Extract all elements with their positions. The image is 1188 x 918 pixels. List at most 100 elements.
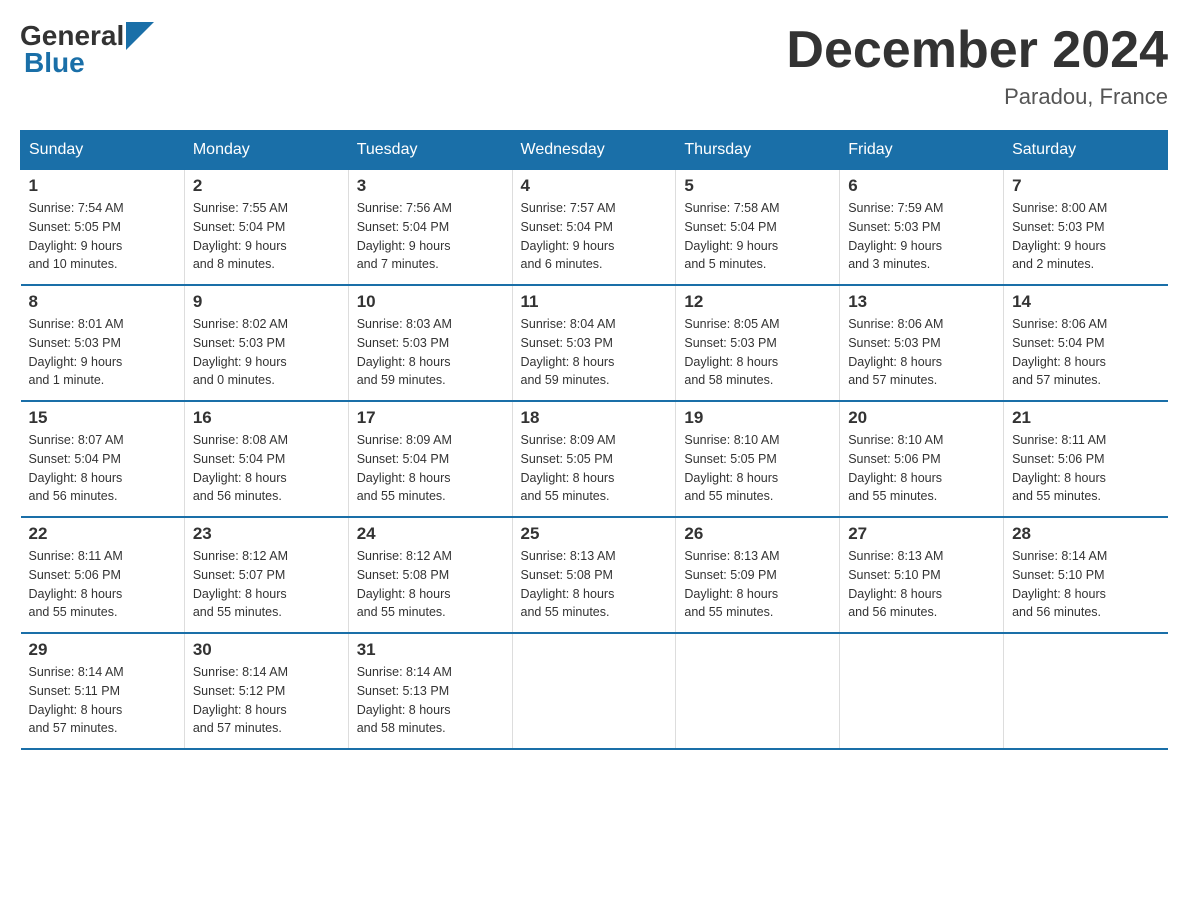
day-info: Sunrise: 8:12 AMSunset: 5:08 PMDaylight:… <box>357 547 504 622</box>
day-number: 9 <box>193 292 340 312</box>
day-info: Sunrise: 8:13 AMSunset: 5:09 PMDaylight:… <box>684 547 831 622</box>
week-row-1: 1Sunrise: 7:54 AMSunset: 5:05 PMDaylight… <box>21 170 1168 286</box>
calendar-cell: 11Sunrise: 8:04 AMSunset: 5:03 PMDayligh… <box>512 285 676 401</box>
calendar-cell: 14 Sunrise: 8:06 AMSunset: 5:04 PMDayligh… <box>1004 285 1168 401</box>
logo-arrow-icon <box>126 22 154 50</box>
day-info: Sunrise: 8:10 AMSunset: 5:06 PMDaylight:… <box>848 431 995 506</box>
day-number: 19 <box>684 408 831 428</box>
day-number: 18 <box>521 408 668 428</box>
day-info: Sunrise: 8:11 AMSunset: 5:06 PMDaylight:… <box>1012 431 1159 506</box>
logo-blue: Blue <box>20 47 154 79</box>
calendar-table: SundayMondayTuesdayWednesdayThursdayFrid… <box>20 130 1168 750</box>
day-number: 27 <box>848 524 995 544</box>
calendar-cell: 4 Sunrise: 7:57 AMSunset: 5:04 PMDaylight… <box>512 170 676 286</box>
week-row-4: 22Sunrise: 8:11 AMSunset: 5:06 PMDayligh… <box>21 517 1168 633</box>
calendar-cell: 29 Sunrise: 8:14 AMSunset: 5:11 PMDayligh… <box>21 633 185 749</box>
day-info: Sunrise: 8:06 AMSunset: 5:04 PMDaylight:… <box>1012 315 1159 390</box>
calendar-cell: 20 Sunrise: 8:10 AMSunset: 5:06 PMDayligh… <box>840 401 1004 517</box>
day-number: 15 <box>29 408 176 428</box>
calendar-cell: 2Sunrise: 7:55 AMSunset: 5:04 PMDaylight… <box>184 170 348 286</box>
page-header: General Blue December 2024 Paradou, Fran… <box>20 20 1168 110</box>
calendar-cell: 19 Sunrise: 8:10 AMSunset: 5:05 PMDayligh… <box>676 401 840 517</box>
calendar-cell: 8Sunrise: 8:01 AMSunset: 5:03 PMDaylight… <box>21 285 185 401</box>
title-block: December 2024 Paradou, France <box>786 20 1168 110</box>
calendar-cell <box>512 633 676 749</box>
calendar-cell: 28Sunrise: 8:14 AMSunset: 5:10 PMDayligh… <box>1004 517 1168 633</box>
header-monday: Monday <box>184 131 348 170</box>
day-number: 25 <box>521 524 668 544</box>
header-wednesday: Wednesday <box>512 131 676 170</box>
calendar-cell: 12 Sunrise: 8:05 AMSunset: 5:03 PMDayligh… <box>676 285 840 401</box>
day-info: Sunrise: 7:54 AMSunset: 5:05 PMDaylight:… <box>29 199 176 274</box>
day-number: 22 <box>29 524 176 544</box>
calendar-cell: 22Sunrise: 8:11 AMSunset: 5:06 PMDayligh… <box>21 517 185 633</box>
calendar-cell <box>840 633 1004 749</box>
header-tuesday: Tuesday <box>348 131 512 170</box>
day-info: Sunrise: 7:56 AMSunset: 5:04 PMDaylight:… <box>357 199 504 274</box>
day-number: 12 <box>684 292 831 312</box>
calendar-cell: 21 Sunrise: 8:11 AMSunset: 5:06 PMDayligh… <box>1004 401 1168 517</box>
week-row-5: 29 Sunrise: 8:14 AMSunset: 5:11 PMDayligh… <box>21 633 1168 749</box>
day-info: Sunrise: 8:10 AMSunset: 5:05 PMDaylight:… <box>684 431 831 506</box>
calendar-cell: 10 Sunrise: 8:03 AMSunset: 5:03 PMDayligh… <box>348 285 512 401</box>
header-thursday: Thursday <box>676 131 840 170</box>
calendar-title: December 2024 <box>786 20 1168 80</box>
calendar-cell: 6Sunrise: 7:59 AMSunset: 5:03 PMDaylight… <box>840 170 1004 286</box>
day-number: 24 <box>357 524 504 544</box>
day-number: 5 <box>684 176 831 196</box>
calendar-cell: 3Sunrise: 7:56 AMSunset: 5:04 PMDaylight… <box>348 170 512 286</box>
calendar-cell: 31 Sunrise: 8:14 AMSunset: 5:13 PMDayligh… <box>348 633 512 749</box>
calendar-cell: 13Sunrise: 8:06 AMSunset: 5:03 PMDayligh… <box>840 285 1004 401</box>
day-info: Sunrise: 8:06 AMSunset: 5:03 PMDaylight:… <box>848 315 995 390</box>
calendar-cell: 9 Sunrise: 8:02 AMSunset: 5:03 PMDaylight… <box>184 285 348 401</box>
calendar-cell: 1Sunrise: 7:54 AMSunset: 5:05 PMDaylight… <box>21 170 185 286</box>
day-number: 16 <box>193 408 340 428</box>
day-info: Sunrise: 8:14 AMSunset: 5:12 PMDaylight:… <box>193 663 340 738</box>
day-number: 11 <box>521 292 668 312</box>
calendar-cell: 23 Sunrise: 8:12 AMSunset: 5:07 PMDayligh… <box>184 517 348 633</box>
calendar-cell: 27Sunrise: 8:13 AMSunset: 5:10 PMDayligh… <box>840 517 1004 633</box>
day-number: 4 <box>521 176 668 196</box>
day-number: 10 <box>357 292 504 312</box>
header-friday: Friday <box>840 131 1004 170</box>
week-row-2: 8Sunrise: 8:01 AMSunset: 5:03 PMDaylight… <box>21 285 1168 401</box>
calendar-cell: 17Sunrise: 8:09 AMSunset: 5:04 PMDayligh… <box>348 401 512 517</box>
day-info: Sunrise: 7:59 AMSunset: 5:03 PMDaylight:… <box>848 199 995 274</box>
day-info: Sunrise: 8:07 AMSunset: 5:04 PMDaylight:… <box>29 431 176 506</box>
day-number: 23 <box>193 524 340 544</box>
calendar-cell <box>1004 633 1168 749</box>
day-number: 31 <box>357 640 504 660</box>
calendar-cell: 24 Sunrise: 8:12 AMSunset: 5:08 PMDayligh… <box>348 517 512 633</box>
week-row-3: 15 Sunrise: 8:07 AMSunset: 5:04 PMDayligh… <box>21 401 1168 517</box>
day-info: Sunrise: 8:03 AMSunset: 5:03 PMDaylight:… <box>357 315 504 390</box>
day-info: Sunrise: 8:12 AMSunset: 5:07 PMDaylight:… <box>193 547 340 622</box>
day-number: 8 <box>29 292 176 312</box>
calendar-cell: 18Sunrise: 8:09 AMSunset: 5:05 PMDayligh… <box>512 401 676 517</box>
day-info: Sunrise: 8:14 AMSunset: 5:13 PMDaylight:… <box>357 663 504 738</box>
calendar-cell: 7 Sunrise: 8:00 AMSunset: 5:03 PMDaylight… <box>1004 170 1168 286</box>
day-info: Sunrise: 8:14 AMSunset: 5:11 PMDaylight:… <box>29 663 176 738</box>
day-number: 26 <box>684 524 831 544</box>
day-info: Sunrise: 8:14 AMSunset: 5:10 PMDaylight:… <box>1012 547 1159 622</box>
day-info: Sunrise: 7:57 AMSunset: 5:04 PMDaylight:… <box>521 199 668 274</box>
calendar-cell <box>676 633 840 749</box>
day-number: 20 <box>848 408 995 428</box>
day-number: 21 <box>1012 408 1159 428</box>
day-info: Sunrise: 8:05 AMSunset: 5:03 PMDaylight:… <box>684 315 831 390</box>
day-info: Sunrise: 8:00 AMSunset: 5:03 PMDaylight:… <box>1012 199 1159 274</box>
day-info: Sunrise: 7:58 AMSunset: 5:04 PMDaylight:… <box>684 199 831 274</box>
day-info: Sunrise: 8:02 AMSunset: 5:03 PMDaylight:… <box>193 315 340 390</box>
header-saturday: Saturday <box>1004 131 1168 170</box>
day-number: 7 <box>1012 176 1159 196</box>
day-number: 29 <box>29 640 176 660</box>
day-number: 14 <box>1012 292 1159 312</box>
calendar-cell: 26 Sunrise: 8:13 AMSunset: 5:09 PMDayligh… <box>676 517 840 633</box>
calendar-header-row: SundayMondayTuesdayWednesdayThursdayFrid… <box>21 131 1168 170</box>
header-sunday: Sunday <box>21 131 185 170</box>
day-number: 17 <box>357 408 504 428</box>
calendar-cell: 30Sunrise: 8:14 AMSunset: 5:12 PMDayligh… <box>184 633 348 749</box>
calendar-subtitle: Paradou, France <box>786 84 1168 110</box>
calendar-cell: 16Sunrise: 8:08 AMSunset: 5:04 PMDayligh… <box>184 401 348 517</box>
logo: General Blue <box>20 20 154 79</box>
day-number: 2 <box>193 176 340 196</box>
